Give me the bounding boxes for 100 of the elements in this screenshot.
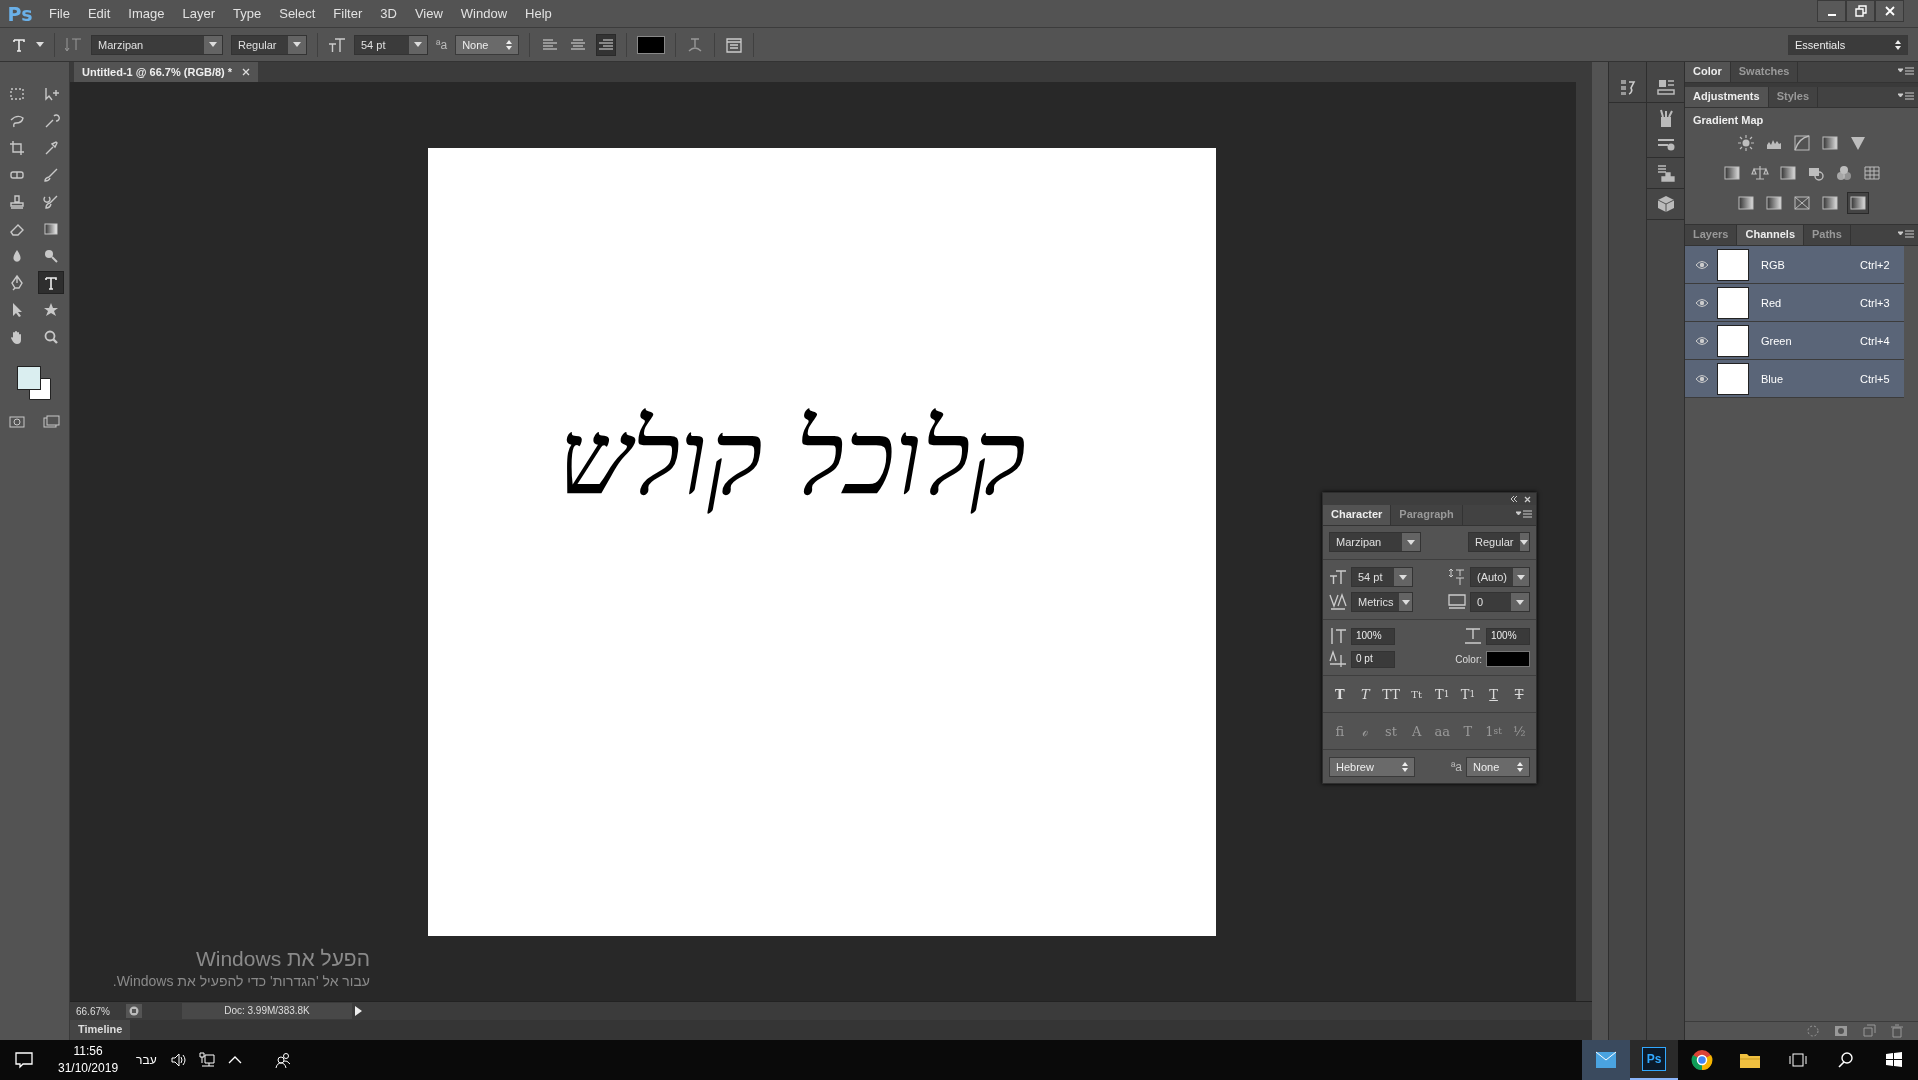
menu-item[interactable]: Edit — [78, 2, 120, 25]
text-color-swatch[interactable] — [637, 35, 666, 54]
collapse-icon[interactable] — [1510, 496, 1518, 502]
anti-alias-dropdown[interactable]: None — [1466, 757, 1530, 777]
history-panel-icon[interactable] — [1619, 78, 1636, 96]
menu-item[interactable]: Type — [224, 2, 271, 25]
panel-tab[interactable]: Paragraph — [1391, 505, 1463, 525]
horizontal-scale-field[interactable]: 100% — [1486, 627, 1530, 645]
gradient-map-adjustment-button[interactable] — [1846, 192, 1869, 214]
zoom-level[interactable]: 66.67% — [70, 1005, 126, 1017]
clock-date[interactable]: 31/10/2019 — [58, 1060, 119, 1077]
strike-style-button[interactable]: T — [1508, 683, 1530, 705]
font-family-dropdown[interactable]: Marzipan — [1329, 532, 1421, 552]
panel-tab[interactable]: Styles — [1768, 87, 1819, 107]
menu-item[interactable]: Filter — [324, 2, 372, 25]
language-dropdown[interactable]: Hebrew — [1329, 757, 1415, 777]
font-size-dropdown[interactable]: 54 pt — [1351, 567, 1413, 587]
panel-tab[interactable]: Character — [1323, 505, 1392, 525]
channel-name: RGB — [1761, 258, 1786, 271]
workspace-dropdown[interactable]: Essentials — [1788, 34, 1908, 55]
color-label: Color: — [1455, 653, 1482, 665]
channel-row[interactable]: Blue Ctrl+5 — [1685, 360, 1904, 398]
leading-dropdown[interactable]: (Auto) — [1470, 567, 1530, 587]
close-icon[interactable] — [1524, 495, 1531, 503]
panel-toggle-icon[interactable] — [725, 35, 744, 54]
panel-tab[interactable]: Swatches — [1730, 62, 1799, 82]
network-icon[interactable] — [198, 1052, 215, 1068]
channel-row[interactable]: RGB Ctrl+2 — [1685, 246, 1904, 284]
eye-icon[interactable] — [1695, 373, 1709, 384]
kerning-dropdown[interactable]: Metrics — [1351, 592, 1413, 612]
eye-icon[interactable] — [1695, 259, 1709, 270]
panel-menu-icon[interactable] — [1898, 230, 1914, 240]
panel-tab[interactable]: Channels — [1737, 225, 1804, 245]
timeline-tab[interactable]: Timeline — [70, 1020, 131, 1040]
people-icon[interactable] — [274, 1052, 291, 1068]
screen-mode-icon — [41, 412, 60, 431]
font-family-dropdown[interactable]: Marzipan — [91, 34, 223, 55]
restore-button[interactable] — [1846, 0, 1875, 22]
caps-style-button[interactable]: TT — [1380, 683, 1402, 705]
font-style-dropdown[interactable]: Regular — [1468, 532, 1530, 552]
panel-menu-icon[interactable] — [1516, 510, 1532, 520]
document-tab[interactable]: Untitled-1 @ 66.7% (RGB/8) * — [74, 62, 259, 82]
input-language[interactable]: עבר — [128, 1053, 165, 1067]
font-size-icon — [328, 35, 346, 54]
caret-icon — [1517, 574, 1525, 580]
eye-icon[interactable] — [1695, 297, 1709, 308]
channel-row[interactable]: Red Ctrl+3 — [1685, 284, 1904, 322]
panel-tab[interactable]: Paths — [1804, 225, 1851, 245]
font-size-dropdown[interactable]: 54 pt — [354, 34, 428, 55]
properties-panel-icon[interactable] — [1656, 78, 1675, 96]
underline-style-button[interactable]: T — [1482, 683, 1505, 705]
caret-icon — [1520, 539, 1529, 545]
italic-style-button[interactable]: T — [1354, 683, 1377, 705]
caret-icon — [414, 42, 422, 47]
cube-icon[interactable] — [1656, 195, 1675, 213]
mask-icon[interactable] — [1834, 1024, 1848, 1038]
menu-item[interactable]: File — [40, 2, 79, 25]
channel-row[interactable]: Green Ctrl+4 — [1685, 322, 1904, 360]
panel-menu-icon[interactable] — [1898, 92, 1914, 102]
clock-time[interactable]: 11:56 — [73, 1043, 103, 1060]
vertical-scale-icon — [1329, 627, 1347, 645]
color-swatch[interactable] — [1486, 651, 1530, 667]
brush-presets-icon[interactable] — [1657, 109, 1674, 127]
menu-item[interactable]: Image — [119, 2, 174, 25]
menu-item[interactable]: Window — [451, 2, 517, 25]
panel-tab[interactable]: Adjustments — [1685, 87, 1769, 107]
tracking-dropdown[interactable]: 0 — [1470, 592, 1530, 612]
menu-item[interactable]: 3D — [371, 2, 406, 25]
close-button[interactable] — [1875, 0, 1904, 22]
bold-style-button[interactable]: T — [1329, 683, 1351, 705]
menu-item[interactable]: Help — [516, 2, 561, 25]
baseline-shift-field[interactable]: 0 pt — [1351, 650, 1395, 668]
close-icon[interactable] — [242, 68, 251, 76]
menu-item[interactable]: Select — [270, 2, 325, 25]
mail-taskbar-button[interactable] — [1582, 1040, 1630, 1080]
brush-panel-icon[interactable] — [1656, 137, 1675, 151]
panel-tab[interactable]: Color — [1685, 62, 1731, 82]
background-color-swatch[interactable] — [28, 378, 51, 400]
photoshop-taskbar-button[interactable]: Ps — [1630, 1040, 1678, 1080]
clone-source-icon[interactable] — [1656, 164, 1675, 182]
vertical-scale-field[interactable]: 100% — [1351, 627, 1395, 645]
scrollbar-track[interactable] — [1576, 82, 1592, 1001]
minimize-button[interactable] — [1817, 0, 1846, 22]
eye-icon[interactable] — [1695, 335, 1709, 346]
plain-style-button[interactable]: T$^{1}$ — [1431, 683, 1454, 705]
menu-item[interactable]: View — [405, 2, 452, 25]
menu-item[interactable]: Layer — [173, 2, 225, 25]
activation-message: עבור אל 'הגדרות' כדי להפעיל את Windows. — [111, 973, 370, 989]
type-tool-button[interactable] — [37, 271, 64, 294]
foreground-color-swatch[interactable] — [16, 366, 41, 390]
speaker-icon[interactable] — [170, 1052, 187, 1068]
adjustments-title: Gradient Map — [1692, 113, 1765, 128]
caret-icon — [293, 42, 301, 47]
status-button[interactable] — [126, 1004, 142, 1018]
channel-name: Red — [1761, 296, 1783, 309]
panel-menu-icon[interactable] — [1898, 67, 1914, 77]
font-style-dropdown[interactable]: Regular — [231, 34, 307, 55]
smallcaps-style-button[interactable]: Tt — [1405, 683, 1428, 705]
anti-alias-dropdown[interactable]: None — [455, 34, 520, 55]
align-right-button[interactable] — [596, 33, 617, 56]
